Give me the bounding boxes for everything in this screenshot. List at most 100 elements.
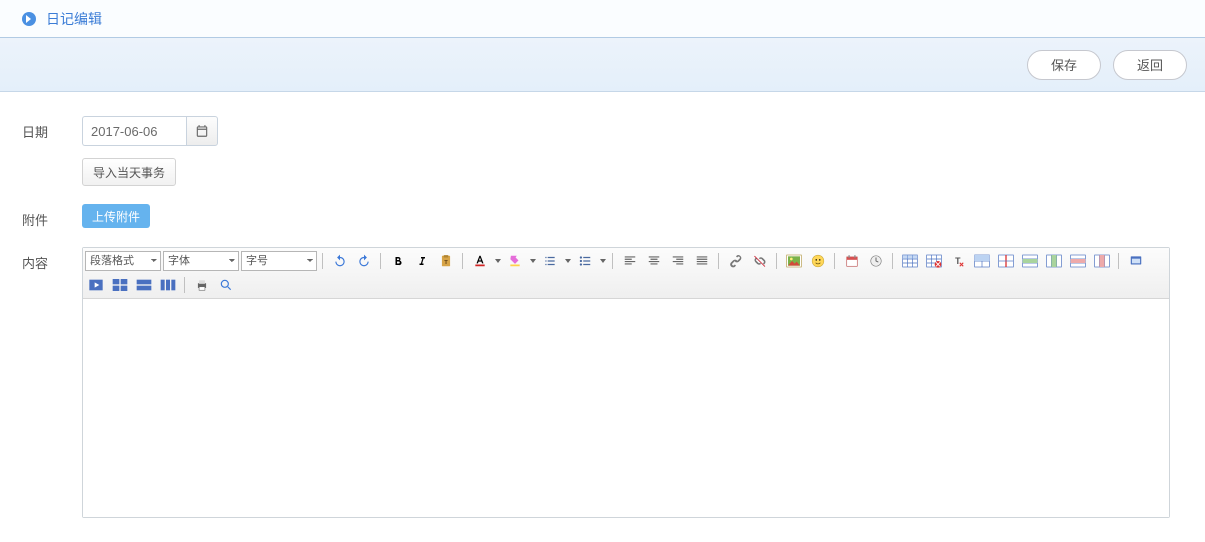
backcolor-button[interactable] xyxy=(504,251,526,271)
table-icon xyxy=(902,254,918,268)
import-today-button[interactable]: 导入当天事务 xyxy=(82,158,176,186)
align-center-button[interactable] xyxy=(643,251,665,271)
back-button[interactable]: 返回 xyxy=(1113,50,1187,80)
ordered-list-button[interactable] xyxy=(539,251,561,271)
merge-cells-icon xyxy=(974,254,990,268)
forecolor-button[interactable] xyxy=(469,251,491,271)
undo-button[interactable] xyxy=(329,251,351,271)
delete-row-icon xyxy=(1070,254,1086,268)
media-cols-icon xyxy=(160,278,176,292)
calendar-icon xyxy=(195,124,209,138)
unordered-list-icon xyxy=(578,254,592,268)
separator xyxy=(891,251,895,271)
italic-button[interactable] xyxy=(411,251,433,271)
date-input[interactable] xyxy=(82,116,186,146)
insert-col-button[interactable] xyxy=(1043,251,1065,271)
image-button[interactable] xyxy=(783,251,805,271)
media-grid-button[interactable] xyxy=(109,275,131,295)
unordered-list-dropdown[interactable] xyxy=(598,251,607,271)
media-list-icon xyxy=(136,278,152,292)
remove-format-button[interactable]: T xyxy=(947,251,969,271)
action-bar: 保存 返回 xyxy=(0,38,1205,92)
merge-cells-button[interactable] xyxy=(971,251,993,271)
row-date: 日期 导入当天事务 xyxy=(22,116,1183,186)
align-left-button[interactable] xyxy=(619,251,641,271)
link-icon xyxy=(729,254,743,268)
date-icon xyxy=(845,254,859,268)
undo-icon xyxy=(333,254,347,268)
media-single-button[interactable] xyxy=(85,275,107,295)
media-list-button[interactable] xyxy=(133,275,155,295)
svg-text:T: T xyxy=(955,256,961,266)
paste-plain-icon: T xyxy=(439,254,453,268)
media-cols-button[interactable] xyxy=(157,275,179,295)
media-single-icon xyxy=(88,278,104,292)
unordered-list-button[interactable] xyxy=(574,251,596,271)
form-area: 日期 导入当天事务 附件 上传附件 内容 段落格式 xyxy=(0,92,1205,542)
align-right-button[interactable] xyxy=(667,251,689,271)
save-button[interactable]: 保存 xyxy=(1027,50,1101,80)
separator xyxy=(717,251,721,271)
date-label: 日期 xyxy=(22,116,82,141)
preview-button[interactable] xyxy=(215,275,237,295)
date-picker xyxy=(82,116,218,146)
separator xyxy=(379,251,383,271)
editor-content-area[interactable] xyxy=(83,299,1169,517)
separator xyxy=(1117,251,1121,271)
separator xyxy=(611,251,615,271)
insert-row-button[interactable] xyxy=(1019,251,1041,271)
align-right-icon xyxy=(671,254,685,268)
date-button[interactable] xyxy=(841,251,863,271)
page-header: 日记编辑 xyxy=(0,0,1205,38)
font-family-select[interactable]: 字体 xyxy=(163,251,239,271)
emoji-button[interactable] xyxy=(807,251,829,271)
block-format-select[interactable]: 段落格式 xyxy=(85,251,161,271)
print-icon xyxy=(195,278,209,292)
print-button[interactable] xyxy=(191,275,213,295)
page-title: 日记编辑 xyxy=(46,9,102,29)
fullscreen-button[interactable] xyxy=(1125,251,1147,271)
split-cells-button[interactable] xyxy=(995,251,1017,271)
content-label: 内容 xyxy=(22,247,82,272)
remove-format-icon: T xyxy=(951,254,965,268)
time-button[interactable] xyxy=(865,251,887,271)
preview-icon xyxy=(219,278,233,292)
backcolor-dropdown[interactable] xyxy=(528,251,537,271)
attach-label: 附件 xyxy=(22,204,82,229)
forecolor-icon xyxy=(473,254,487,268)
link-button[interactable] xyxy=(725,251,747,271)
font-size-select[interactable]: 字号 xyxy=(241,251,317,271)
align-justify-button[interactable] xyxy=(691,251,713,271)
align-justify-icon xyxy=(695,254,709,268)
separator xyxy=(775,251,779,271)
paste-plain-button[interactable]: T xyxy=(435,251,457,271)
insert-row-icon xyxy=(1022,254,1038,268)
row-attachment: 附件 上传附件 xyxy=(22,204,1183,229)
italic-icon xyxy=(416,255,428,267)
unlink-button[interactable] xyxy=(749,251,771,271)
bold-icon xyxy=(392,255,404,267)
delete-table-button[interactable] xyxy=(923,251,945,271)
separator xyxy=(321,251,325,271)
ordered-list-dropdown[interactable] xyxy=(563,251,572,271)
separator xyxy=(833,251,837,271)
redo-icon xyxy=(357,254,371,268)
insert-table-button[interactable] xyxy=(899,251,921,271)
separator xyxy=(183,275,187,295)
calendar-button[interactable] xyxy=(186,116,218,146)
bold-button[interactable] xyxy=(387,251,409,271)
redo-button[interactable] xyxy=(353,251,375,271)
row-content: 内容 段落格式 字体 字号 xyxy=(22,247,1183,518)
separator xyxy=(461,251,465,271)
svg-text:T: T xyxy=(444,260,448,266)
delete-row-button[interactable] xyxy=(1067,251,1089,271)
ordered-list-icon xyxy=(543,254,557,268)
align-center-icon xyxy=(647,254,661,268)
upload-attachment-button[interactable]: 上传附件 xyxy=(82,204,150,228)
align-left-icon xyxy=(623,254,637,268)
delete-col-button[interactable] xyxy=(1091,251,1113,271)
media-grid-icon xyxy=(112,278,128,292)
fullscreen-icon xyxy=(1129,254,1143,268)
forecolor-dropdown[interactable] xyxy=(493,251,502,271)
rich-text-editor: 段落格式 字体 字号 T xyxy=(82,247,1170,518)
